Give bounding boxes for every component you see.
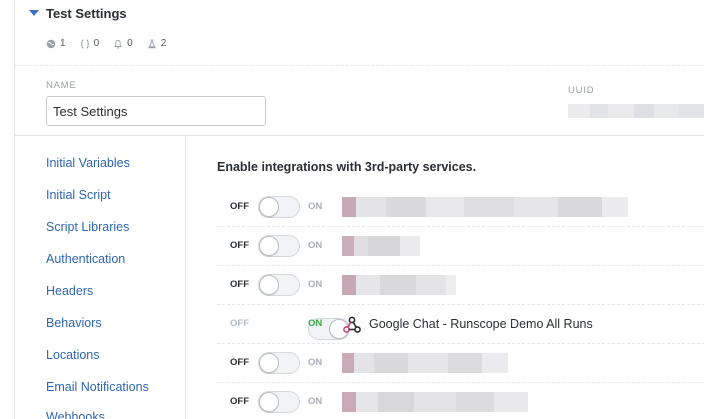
stats-bar: 1 0 0 2 [46, 38, 166, 49]
sidebar-item-headers[interactable]: Headers [46, 284, 93, 298]
integration-row: OFF ON [217, 266, 704, 305]
uuid-label: UUID [568, 85, 595, 96]
sidebar-item-behaviors[interactable]: Behaviors [46, 316, 102, 330]
integration-name: Google Chat - Runscope Demo All Runs [369, 317, 593, 331]
integration-row: OFF ON [217, 188, 704, 227]
sidebar-item-locations[interactable]: Locations [46, 348, 100, 362]
collapse-caret-icon[interactable] [29, 10, 39, 16]
integration-toggle[interactable] [258, 235, 300, 257]
integrations-panel: Enable integrations with 3rd-party servi… [186, 136, 704, 419]
integration-toggle[interactable] [258, 352, 300, 374]
off-label: OFF [230, 357, 249, 368]
on-label: ON [308, 279, 323, 290]
integration-name-redacted [342, 197, 628, 217]
braces-icon [80, 39, 89, 48]
on-label: ON [308, 396, 323, 407]
sidebar-item-webhooks[interactable]: Webhooks [46, 410, 105, 419]
integration-toggle[interactable] [258, 196, 300, 218]
on-label: ON [308, 240, 323, 251]
on-label: ON [308, 201, 323, 212]
sidebar-item-initial-variables[interactable]: Initial Variables [46, 156, 130, 170]
stat-braces-value: 0 [93, 38, 100, 49]
bell-icon [114, 39, 123, 48]
toggle-knob [259, 392, 279, 412]
stat-globe: 1 [46, 38, 66, 49]
integration-name-redacted [342, 353, 508, 373]
stat-braces: 0 [80, 38, 100, 49]
globe-icon [46, 39, 56, 48]
integration-name-redacted [342, 275, 456, 295]
off-label: OFF [230, 240, 249, 251]
settings-panel: Test Settings 1 0 0 2 NAME Test Settings… [14, 0, 704, 419]
stat-bell-value: 0 [127, 38, 133, 49]
on-label: ON [308, 357, 323, 368]
stat-flask: 2 [147, 38, 167, 49]
section-title[interactable]: Test Settings [46, 6, 127, 21]
name-uuid-area: NAME UUID [15, 66, 704, 136]
integration-toggle[interactable] [258, 274, 300, 296]
stat-globe-value: 1 [60, 38, 66, 49]
integrations-heading: Enable integrations with 3rd-party servi… [217, 160, 477, 174]
sidebar-item-initial-script[interactable]: Initial Script [46, 188, 111, 202]
sidebar-item-email-notifications[interactable]: Email Notifications [46, 380, 149, 394]
settings-sidebar: Initial Variables Initial Script Script … [15, 136, 186, 419]
integration-row: OFF ON [217, 383, 704, 419]
off-label: OFF [230, 318, 249, 329]
sidebar-item-script-libraries[interactable]: Script Libraries [46, 220, 129, 234]
uuid-value-redacted [568, 104, 704, 118]
toggle-knob [259, 197, 279, 217]
integration-name-redacted [342, 392, 528, 412]
off-label: OFF [230, 396, 249, 407]
webhook-icon [343, 316, 361, 333]
stat-bell: 0 [113, 38, 133, 49]
flask-icon [147, 39, 156, 48]
name-input[interactable] [46, 96, 266, 126]
toggle-knob [259, 275, 279, 295]
integration-row: OFF ON [217, 227, 704, 266]
integration-row: OFF ON [217, 344, 704, 383]
on-label: ON [308, 318, 323, 329]
off-label: OFF [230, 279, 249, 290]
integration-toggle[interactable] [258, 391, 300, 413]
off-label: OFF [230, 201, 249, 212]
toggle-knob [259, 236, 279, 256]
integration-row-enabled: OFF ON Google Chat - Runscope Demo All R… [217, 305, 704, 344]
stat-flask-value: 2 [160, 38, 167, 49]
section-header: Test Settings 1 0 0 2 [15, 0, 704, 66]
name-label: NAME [46, 80, 77, 91]
integration-name-redacted [342, 236, 420, 256]
sidebar-item-authentication[interactable]: Authentication [46, 252, 125, 266]
toggle-knob [259, 353, 279, 373]
